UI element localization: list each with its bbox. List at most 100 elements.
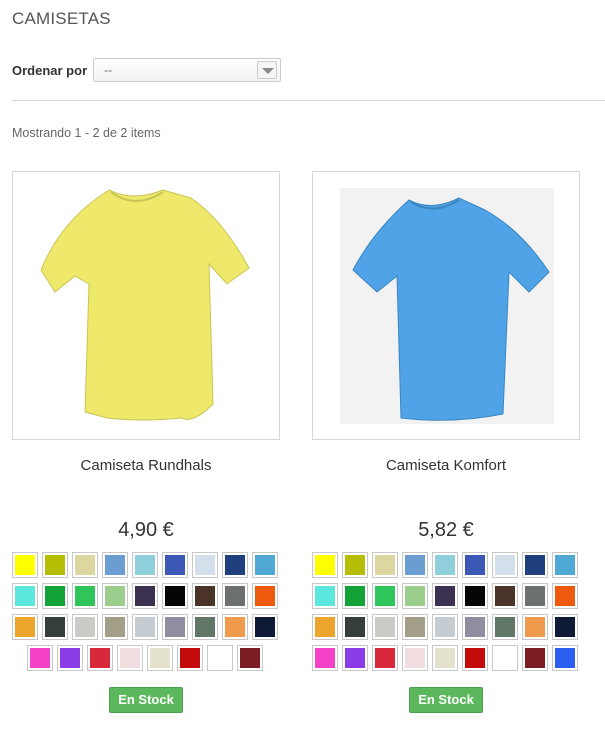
color-swatch[interactable] — [432, 645, 458, 671]
color-swatch[interactable] — [102, 552, 128, 578]
color-swatch[interactable] — [372, 645, 398, 671]
color-swatch[interactable] — [192, 614, 218, 640]
color-swatch[interactable] — [552, 552, 578, 578]
color-swatch[interactable] — [162, 583, 188, 609]
color-swatch[interactable] — [342, 552, 368, 578]
color-swatch[interactable] — [222, 583, 248, 609]
color-swatch[interactable] — [177, 645, 203, 671]
color-swatch[interactable] — [222, 552, 248, 578]
color-swatch[interactable] — [27, 645, 53, 671]
color-swatch[interactable] — [162, 552, 188, 578]
color-swatch[interactable] — [252, 614, 278, 640]
color-swatch[interactable] — [432, 614, 458, 640]
color-swatch[interactable] — [552, 614, 578, 640]
color-swatch[interactable] — [57, 645, 83, 671]
color-swatch[interactable] — [372, 583, 398, 609]
color-swatch[interactable] — [522, 552, 548, 578]
color-swatch[interactable] — [522, 614, 548, 640]
color-swatch[interactable] — [462, 614, 488, 640]
swatch-color — [225, 555, 245, 575]
color-swatch[interactable] — [192, 583, 218, 609]
color-swatch[interactable] — [492, 614, 518, 640]
color-swatch[interactable] — [312, 645, 338, 671]
color-swatch[interactable] — [222, 614, 248, 640]
swatch-color — [465, 648, 485, 668]
in-stock-button[interactable]: En Stock — [109, 687, 183, 713]
color-swatch[interactable] — [342, 645, 368, 671]
color-swatch[interactable] — [162, 614, 188, 640]
color-swatches — [312, 552, 582, 676]
color-swatch[interactable] — [402, 552, 428, 578]
product-name[interactable]: Camiseta Rundhals — [12, 457, 280, 474]
color-swatch[interactable] — [372, 552, 398, 578]
color-swatch[interactable] — [102, 583, 128, 609]
color-swatch[interactable] — [552, 645, 578, 671]
swatch-color — [15, 617, 35, 637]
swatch-color — [435, 555, 455, 575]
product-image[interactable] — [12, 171, 280, 440]
color-swatch[interactable] — [42, 583, 68, 609]
color-swatch[interactable] — [492, 645, 518, 671]
color-swatch[interactable] — [342, 614, 368, 640]
color-swatch[interactable] — [42, 614, 68, 640]
color-swatch[interactable] — [87, 645, 113, 671]
color-swatch[interactable] — [237, 645, 263, 671]
color-swatch[interactable] — [462, 552, 488, 578]
color-swatch[interactable] — [402, 614, 428, 640]
color-swatch[interactable] — [312, 552, 338, 578]
color-swatch[interactable] — [12, 583, 38, 609]
color-swatch[interactable] — [102, 614, 128, 640]
color-swatch[interactable] — [252, 552, 278, 578]
swatch-color — [75, 586, 95, 606]
swatch-color — [135, 586, 155, 606]
swatch-color — [135, 617, 155, 637]
chevron-down-icon[interactable] — [257, 61, 278, 79]
color-swatch[interactable] — [12, 552, 38, 578]
swatch-color — [465, 586, 485, 606]
swatch-color — [405, 617, 425, 637]
swatch-color — [555, 586, 575, 606]
color-swatch[interactable] — [402, 583, 428, 609]
sort-select[interactable]: -- — [93, 58, 282, 82]
color-swatch[interactable] — [147, 645, 173, 671]
in-stock-button[interactable]: En Stock — [409, 687, 483, 713]
swatch-color — [15, 586, 35, 606]
swatch-color — [435, 617, 455, 637]
color-swatch[interactable] — [522, 583, 548, 609]
color-swatch[interactable] — [117, 645, 143, 671]
swatch-color — [345, 617, 365, 637]
color-swatch[interactable] — [132, 583, 158, 609]
swatch-color — [195, 586, 215, 606]
color-swatch[interactable] — [312, 614, 338, 640]
swatch-color — [255, 586, 275, 606]
color-swatch[interactable] — [12, 614, 38, 640]
color-swatch[interactable] — [432, 552, 458, 578]
color-swatch[interactable] — [192, 552, 218, 578]
color-swatch[interactable] — [42, 552, 68, 578]
swatch-color — [525, 555, 545, 575]
color-swatch[interactable] — [252, 583, 278, 609]
color-swatch[interactable] — [552, 583, 578, 609]
swatch-row — [312, 645, 582, 671]
color-swatch[interactable] — [522, 645, 548, 671]
color-swatch[interactable] — [462, 645, 488, 671]
color-swatch[interactable] — [132, 614, 158, 640]
color-swatch[interactable] — [207, 645, 233, 671]
color-swatch[interactable] — [492, 552, 518, 578]
swatch-color — [405, 586, 425, 606]
color-swatch[interactable] — [372, 614, 398, 640]
sort-select-value: -- — [104, 63, 113, 77]
color-swatch[interactable] — [72, 552, 98, 578]
color-swatch[interactable] — [432, 583, 458, 609]
color-swatch[interactable] — [402, 645, 428, 671]
color-swatch[interactable] — [132, 552, 158, 578]
color-swatch[interactable] — [72, 583, 98, 609]
swatch-color — [375, 586, 395, 606]
product-name[interactable]: Camiseta Komfort — [312, 457, 580, 474]
color-swatch[interactable] — [342, 583, 368, 609]
color-swatch[interactable] — [72, 614, 98, 640]
color-swatch[interactable] — [462, 583, 488, 609]
product-image[interactable] — [312, 171, 580, 440]
color-swatch[interactable] — [312, 583, 338, 609]
color-swatch[interactable] — [492, 583, 518, 609]
